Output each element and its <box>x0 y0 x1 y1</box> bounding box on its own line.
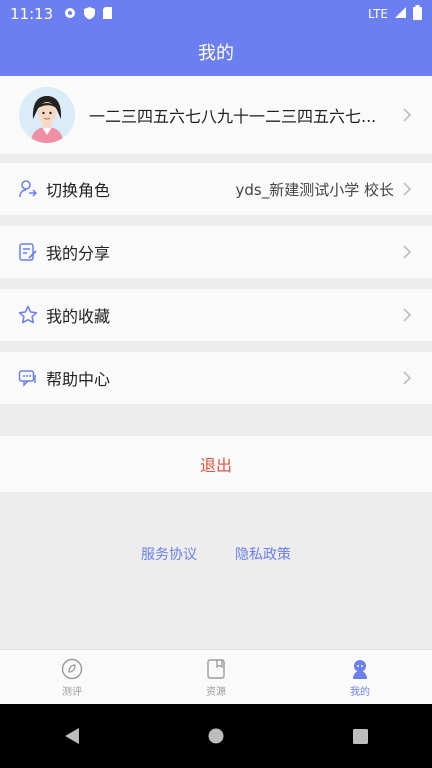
service-agreement-link[interactable]: 服务协议 <box>141 544 197 564</box>
avatar <box>19 87 75 143</box>
status-time: 11:13 <box>10 5 54 23</box>
battery-icon <box>413 5 422 23</box>
recents-icon[interactable] <box>330 716 390 756</box>
resource-icon <box>204 657 228 681</box>
system-nav-bar <box>0 704 432 768</box>
switch-user-icon <box>18 179 38 199</box>
profile-row[interactable]: 一二三四五六七八九十一二三四五六七... <box>0 76 432 154</box>
tab-resources[interactable]: 资源 <box>144 650 288 705</box>
logout-button[interactable]: 退出 <box>0 436 432 492</box>
logout-label: 退出 <box>199 456 232 475</box>
privacy-policy-link[interactable]: 隐私政策 <box>235 544 291 564</box>
menu-item-label: 我的分享 <box>46 244 111 263</box>
menu-item-label: 我的收藏 <box>46 307 111 326</box>
settings-icon <box>63 5 77 24</box>
policy-links: 服务协议 隐私政策 <box>0 544 432 564</box>
menu-item-my-favorites[interactable]: 我的收藏 <box>0 289 432 341</box>
sd-card-icon <box>102 5 113 24</box>
shield-icon <box>83 5 96 24</box>
bottom-tab-bar: 测评 资源 我的 <box>0 649 432 705</box>
tab-evaluation[interactable]: 测评 <box>0 650 144 705</box>
network-type: LTE <box>368 7 388 21</box>
chevron-right-icon <box>400 245 414 259</box>
tab-mine[interactable]: 我的 <box>288 650 432 705</box>
profile-name: 一二三四五六七八九十一二三四五六七... <box>89 107 377 126</box>
back-icon[interactable] <box>42 716 102 756</box>
chevron-right-icon <box>400 371 414 385</box>
tab-label: 我的 <box>350 687 370 698</box>
menu-item-switch-role[interactable]: 切换角色 yds_新建测试小学 校长 <box>0 163 432 215</box>
current-role-value: yds_新建测试小学 校长 <box>235 180 394 199</box>
chevron-right-icon <box>400 308 414 322</box>
menu-item-my-share[interactable]: 我的分享 <box>0 226 432 278</box>
mine-icon <box>348 657 372 681</box>
chevron-right-icon <box>400 182 414 196</box>
tab-label: 测评 <box>62 687 82 698</box>
chevron-right-icon <box>400 108 414 122</box>
signal-icon <box>394 6 407 22</box>
menu-item-label: 帮助中心 <box>46 370 111 389</box>
page-title: 我的 <box>198 43 234 64</box>
status-bar: 11:13 LTE <box>0 0 432 28</box>
menu-item-help-center[interactable]: 帮助中心 <box>0 352 432 404</box>
share-doc-icon <box>18 242 38 262</box>
tab-label: 资源 <box>206 687 226 698</box>
menu-item-label: 切换角色 <box>46 181 111 200</box>
star-icon <box>18 305 38 325</box>
app-bar: 我的 <box>0 28 432 76</box>
help-chat-icon <box>18 368 38 388</box>
home-icon[interactable] <box>186 716 246 756</box>
evaluation-icon <box>60 657 84 681</box>
